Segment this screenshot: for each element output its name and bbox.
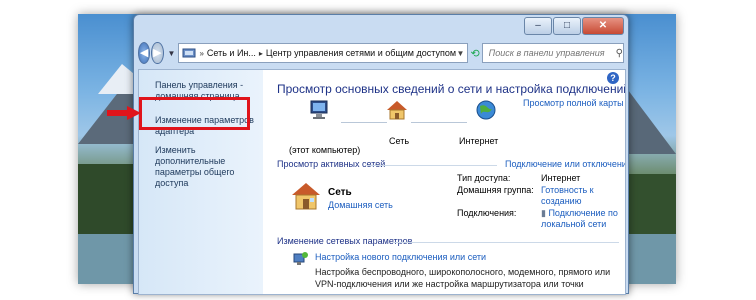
- active-networks-heading: Просмотр активных сетей: [277, 159, 386, 169]
- internet-label: Интернет: [459, 136, 499, 146]
- connection-line: [411, 122, 467, 124]
- section-divider: [367, 165, 497, 167]
- connections-label: Подключения:: [457, 208, 517, 218]
- window-controls: – □ ✕: [523, 17, 624, 35]
- computer-label: (этот компьютер): [289, 145, 361, 155]
- refresh-icon[interactable]: ⟲: [470, 47, 479, 60]
- internet-node[interactable]: [461, 100, 511, 126]
- breadcrumb-network[interactable]: Сеть и Ин...: [207, 48, 256, 58]
- navigation-bar: ◀ ▶ ▼ » Сеть и Ин... ▸ Центр управления …: [138, 41, 624, 65]
- access-type-value: Интернет: [541, 173, 581, 183]
- homegroup-label: Домашняя группа:: [457, 185, 534, 195]
- minimize-button[interactable]: –: [524, 17, 552, 35]
- network-type-link[interactable]: Домашняя сеть: [328, 200, 393, 210]
- setup-connection-link[interactable]: Настройка нового подключения или сети: [315, 252, 486, 262]
- maximize-button[interactable]: □: [553, 17, 581, 35]
- arrow-right-icon: [107, 106, 141, 120]
- connect-disconnect-link[interactable]: Подключение или отключение: [505, 159, 625, 169]
- sidebar-link-sharing-settings[interactable]: Изменить дополнительные параметры общего…: [155, 145, 263, 189]
- search-icon[interactable]: ⚲: [616, 48, 623, 59]
- computer-node[interactable]: [289, 100, 349, 126]
- forest-left: [78, 164, 138, 234]
- search-input[interactable]: [486, 47, 616, 59]
- network-label: Сеть: [389, 136, 410, 146]
- homegroup-link[interactable]: Готовность к созданию: [541, 185, 611, 207]
- breadcrumb-separator-icon: ▸: [258, 48, 263, 58]
- access-type-label: Тип доступа:: [457, 173, 511, 183]
- page-title: Просмотр основных сведений о сети и наст…: [277, 82, 626, 96]
- network-name: Сеть: [328, 187, 352, 198]
- title-bar[interactable]: – □ ✕: [134, 15, 628, 39]
- address-dropdown-icon[interactable]: ▼: [457, 49, 465, 58]
- home-network-icon: [292, 183, 320, 210]
- address-bar[interactable]: » Сеть и Ин... ▸ Центр управления сетями…: [178, 43, 469, 63]
- setup-description: Настройка беспроводного, широкополосного…: [315, 267, 611, 294]
- change-settings-heading: Изменение сетевых параметров: [277, 236, 413, 246]
- search-box[interactable]: ⚲: [481, 43, 624, 63]
- network-node[interactable]: [386, 100, 408, 126]
- new-connection-icon: [293, 252, 308, 265]
- network-folder-icon: [182, 48, 196, 58]
- network-center-window: – □ ✕ ◀ ▶ ▼ » Сеть и Ин... ▸ Центр управ…: [133, 14, 629, 295]
- close-button[interactable]: ✕: [582, 17, 624, 35]
- lan-connection-text[interactable]: Подключение по локальной сети: [541, 208, 618, 229]
- connection-line: [341, 122, 387, 124]
- house-icon: [387, 101, 407, 120]
- adapter-highlight-box: [139, 97, 250, 130]
- forward-button[interactable]: ▶: [151, 42, 164, 64]
- back-button[interactable]: ◀: [138, 42, 151, 64]
- lan-connection-link[interactable]: ▮ Подключение по локальной сети: [541, 208, 621, 230]
- breadcrumb-network-center[interactable]: Центр управления сетями и общим доступом: [266, 48, 456, 58]
- breadcrumb-separator-icon: »: [199, 48, 204, 58]
- history-dropdown-icon[interactable]: ▼: [168, 49, 176, 58]
- globe-icon: [476, 100, 496, 120]
- full-map-link[interactable]: Просмотр полной карты: [523, 98, 624, 108]
- computer-icon: [310, 100, 328, 119]
- section-divider: [393, 242, 619, 244]
